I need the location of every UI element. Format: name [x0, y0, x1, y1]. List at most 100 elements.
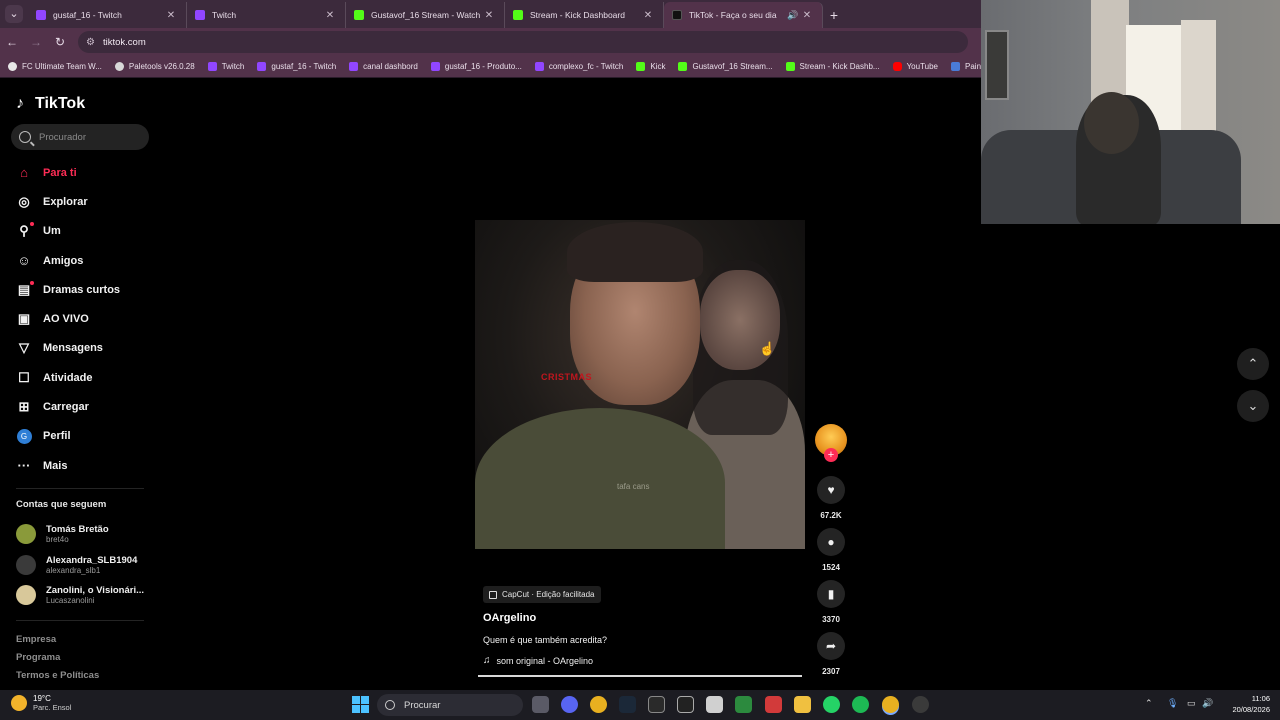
forward-arrow-icon[interactable]: →: [24, 30, 48, 54]
bookmark[interactable]: gustaf_16 - Produto...: [430, 62, 522, 71]
sidebar-item-um[interactable]: ⚲ Um: [16, 217, 156, 246]
tab-title: gustaf_16 - Twitch: [53, 10, 122, 20]
reload-icon[interactable]: ↻: [48, 30, 72, 54]
app-icon[interactable]: [706, 696, 723, 713]
close-icon[interactable]: ✕: [641, 10, 655, 21]
sidebar-item-label: Amigos: [43, 254, 84, 267]
speaker-icon[interactable]: 🔊: [786, 10, 800, 21]
network-icon[interactable]: ▭: [1187, 698, 1196, 709]
bookmark[interactable]: Paletools v26.0.28: [114, 62, 195, 71]
share-button[interactable]: ➦: [817, 632, 845, 660]
footer-link[interactable]: Programa: [16, 652, 60, 663]
clock[interactable]: 11:06 20/08/2026: [1222, 693, 1270, 715]
sidebar-item-perfil[interactable]: G Perfil: [16, 422, 156, 451]
bookmark[interactable]: canal dashbord: [349, 62, 418, 71]
video-author[interactable]: OArgelino: [483, 612, 536, 624]
sidebar-item-mais[interactable]: ··· Mais: [16, 451, 156, 480]
microphone-icon[interactable]: 🎙: [1167, 698, 1178, 709]
following-title: Contas que seguem: [16, 499, 107, 510]
sidebar-item-ao-vivo[interactable]: ▣ AO VIVO: [16, 304, 156, 333]
chrome-icon[interactable]: [590, 696, 607, 713]
bookmark[interactable]: YouTube: [892, 62, 938, 71]
weather-widget[interactable]: 19°C Parc. Ensol: [11, 694, 71, 712]
video-description: Quem é que também acredita?: [483, 635, 608, 645]
progress-fill: [478, 675, 802, 677]
bookmark[interactable]: Twitch: [207, 62, 244, 71]
steam-icon[interactable]: [619, 696, 636, 713]
browser-tab[interactable]: Twitch ✕: [187, 2, 346, 28]
app-icon[interactable]: [765, 696, 782, 713]
close-icon[interactable]: ✕: [482, 10, 496, 21]
bookmark[interactable]: FC Ultimate Team W...: [8, 62, 102, 71]
new-tab-button[interactable]: +: [823, 2, 845, 28]
close-icon[interactable]: ✕: [323, 10, 337, 21]
app-icon[interactable]: [648, 696, 665, 713]
browser-tab[interactable]: Gustavof_16 Stream - Watch Li ✕: [346, 2, 505, 28]
save-button[interactable]: ▮: [817, 580, 845, 608]
discord-icon[interactable]: [561, 696, 578, 713]
bookmark[interactable]: Stream - Kick Dashb...: [785, 62, 880, 71]
divider: [16, 620, 144, 621]
previous-video-button[interactable]: ⌃: [1237, 348, 1269, 380]
tiktok-logo[interactable]: ♪ TikTok: [16, 95, 85, 113]
sidebar-item-amigos[interactable]: ☺ Amigos: [16, 246, 156, 275]
chrome-active-icon[interactable]: [882, 696, 899, 713]
back-arrow-icon[interactable]: ←: [0, 30, 24, 54]
bookmark[interactable]: complexo_fc - Twitch: [534, 62, 623, 71]
sidebar-item-label: Para ti: [43, 166, 77, 179]
video-progress-bar[interactable]: [478, 675, 802, 677]
tab-search-button[interactable]: ⌄: [0, 0, 28, 28]
following-account[interactable]: Zanolini, o Visionári... Lucaszanolini: [16, 580, 144, 610]
task-view-icon[interactable]: [532, 696, 549, 713]
compass-icon: ◎: [18, 193, 30, 209]
file-explorer-icon[interactable]: [794, 696, 811, 713]
webcam-figure: [1084, 92, 1139, 154]
whatsapp-icon[interactable]: [823, 696, 840, 713]
chevron-up-icon[interactable]: ⌃: [1145, 698, 1153, 709]
video-figure: [475, 408, 725, 549]
bookmark[interactable]: Kick: [636, 62, 665, 71]
bookmark-label: Paletools v26.0.28: [128, 62, 195, 71]
windows-start-icon[interactable]: [352, 696, 369, 713]
volume-icon[interactable]: 🔊: [1202, 698, 1213, 709]
sidebar-item-para-ti[interactable]: ⌂ Para ti: [16, 158, 156, 187]
following-account[interactable]: Tomás Bretão bret4o: [16, 519, 109, 549]
sidebar-item-label: Carregar: [43, 401, 89, 414]
bookmark[interactable]: gustaf_16 - Twitch: [257, 62, 336, 71]
browser-tab[interactable]: Stream - Kick Dashboard ✕: [505, 2, 664, 28]
sidebar-item-label: Mais: [43, 459, 68, 472]
address-bar[interactable]: ⚙ tiktok.com: [78, 31, 968, 53]
spotify-icon[interactable]: [852, 696, 869, 713]
like-button[interactable]: ♥: [817, 476, 845, 504]
next-video-button[interactable]: ⌄: [1237, 390, 1269, 422]
close-icon[interactable]: ✕: [164, 10, 178, 21]
video-music[interactable]: ♫ som original - OArgelino: [483, 655, 593, 666]
store-icon[interactable]: [735, 696, 752, 713]
bookmark[interactable]: Gustavof_16 Stream...: [678, 62, 773, 71]
close-icon[interactable]: ✕: [800, 10, 814, 21]
sidebar-item-mensagens[interactable]: ▽ Mensagens: [16, 334, 156, 363]
sidebar-item-carregar[interactable]: ⊞ Carregar: [16, 392, 156, 421]
home-icon: ⌂: [20, 165, 28, 181]
sidebar-item-dramas-curtos[interactable]: ▤ Dramas curtos: [16, 275, 156, 304]
video-overlay-text: CRISTMAS: [541, 372, 592, 382]
search-icon: [385, 700, 395, 710]
epic-games-icon[interactable]: [677, 696, 694, 713]
twitch-icon: [207, 62, 217, 71]
footer-link[interactable]: Empresa: [16, 634, 56, 645]
sidebar-item-atividade[interactable]: ☐ Atividade: [16, 363, 156, 392]
follow-plus-icon[interactable]: +: [824, 448, 838, 462]
video-player[interactable]: CRISTMAS tafa cans: [475, 220, 805, 549]
kick-icon: [354, 10, 364, 20]
app-icon[interactable]: [912, 696, 929, 713]
search-input[interactable]: Procurador: [11, 124, 149, 150]
comment-button[interactable]: ●: [817, 528, 845, 556]
effect-tag[interactable]: CapCut · Edição facilitada: [483, 586, 601, 603]
taskbar-search[interactable]: Procurar: [377, 694, 523, 716]
sidebar-item-explorar[interactable]: ◎ Explorar: [16, 187, 156, 216]
site-info-icon[interactable]: ⚙: [86, 37, 95, 48]
following-account[interactable]: Alexandra_SLB1904 alexandra_slb1: [16, 550, 137, 580]
browser-tab-active[interactable]: TikTok - Faça o seu dia 🔊 ✕: [664, 2, 823, 28]
footer-link[interactable]: Termos e Políticas: [16, 670, 99, 681]
browser-tab[interactable]: gustaf_16 - Twitch ✕: [28, 2, 187, 28]
